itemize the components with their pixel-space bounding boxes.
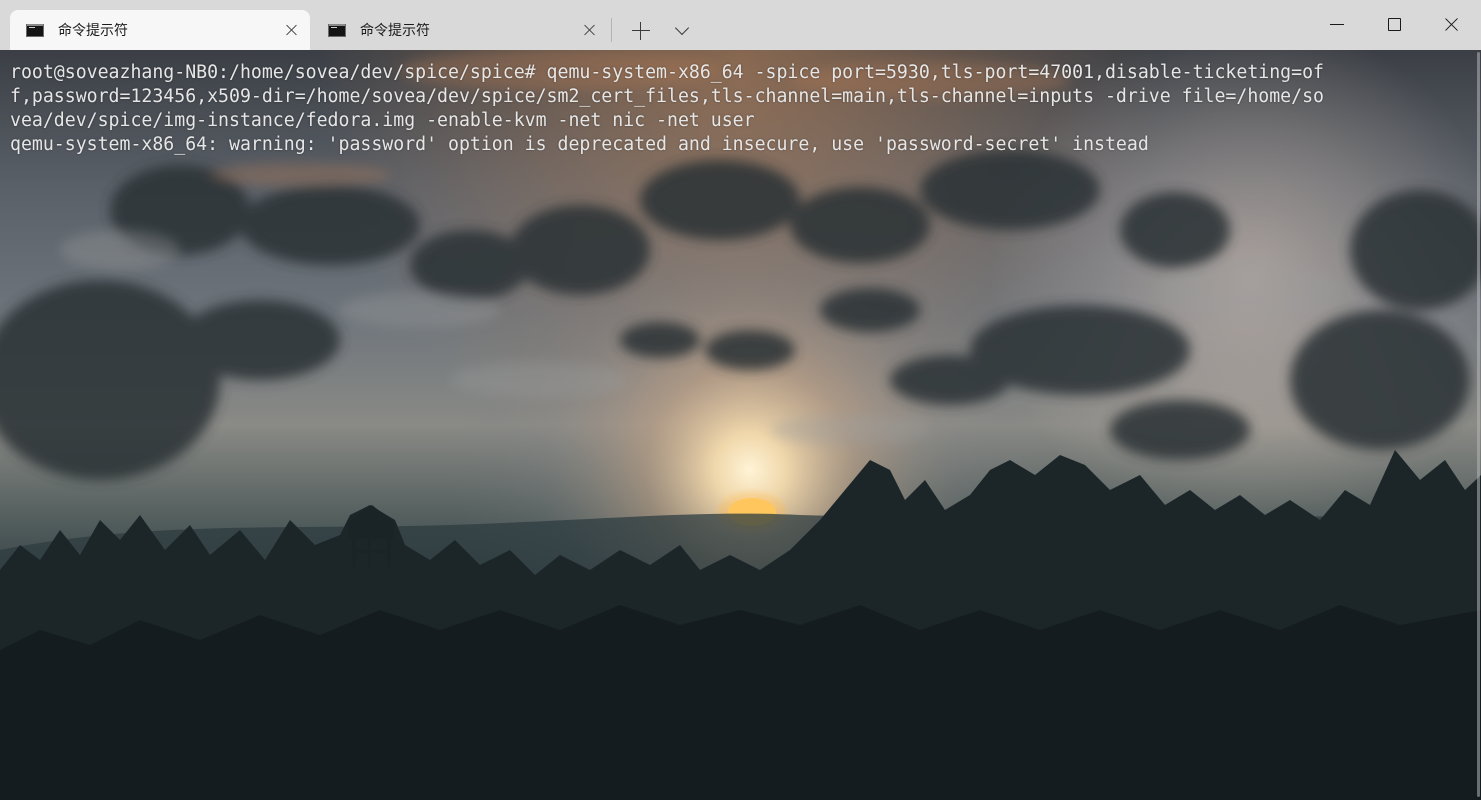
plus-icon[interactable] (630, 20, 652, 42)
tab-title: 命令提示符 (360, 23, 430, 39)
close-window-button[interactable] (1432, 8, 1472, 40)
background-image (0, 50, 1481, 800)
terminal-output: root@soveazhang-NB0:/home/sovea/dev/spic… (10, 61, 1470, 157)
terminal-line: vea/dev/spice/img-instance/fedora.img -e… (10, 110, 755, 131)
terminal-line: qemu-system-x86_64: warning: 'password' … (10, 134, 1149, 155)
chevron-down-icon[interactable] (672, 20, 694, 42)
close-icon[interactable] (582, 22, 598, 38)
close-icon[interactable] (284, 22, 300, 38)
cmd-terminal-icon (328, 23, 346, 37)
cmd-terminal-icon (26, 23, 44, 37)
terminal-window: 命令提示符 命令提示符 root@soveazhang-NB0:/home/so… (0, 0, 1481, 800)
tab-command-prompt-1[interactable]: 命令提示符 (10, 10, 310, 50)
terminal-line: f,password=123456,x509-dir=/home/sovea/d… (10, 86, 1324, 107)
tab-title: 命令提示符 (58, 23, 128, 39)
minimize-button[interactable] (1317, 8, 1357, 40)
scrollbar[interactable] (1477, 52, 1480, 797)
title-bar: 命令提示符 命令提示符 (0, 0, 1481, 50)
tab-divider (611, 18, 612, 42)
terminal-line: root@soveazhang-NB0:/home/sovea/dev/spic… (10, 62, 1324, 83)
maximize-button[interactable] (1374, 8, 1414, 40)
tab-command-prompt-2[interactable]: 命令提示符 (312, 10, 608, 50)
terminal-pane[interactable]: root@soveazhang-NB0:/home/sovea/dev/spic… (0, 50, 1481, 800)
